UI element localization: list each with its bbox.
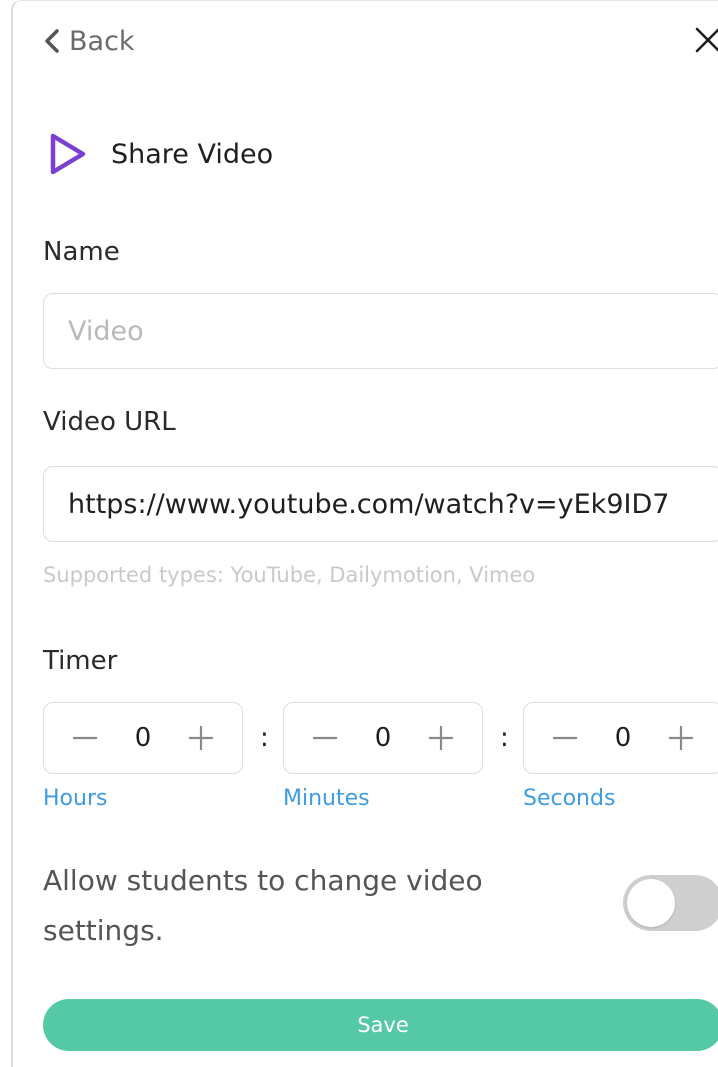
timer-label: Timer [43,646,118,676]
close-icon[interactable] [693,25,718,55]
video-url-input[interactable] [43,466,718,542]
hours-unit-label: Hours [43,786,108,811]
minus-icon[interactable] [70,723,100,753]
share-video-panel: Back Share Video Name Video URL Supporte… [11,0,718,1067]
plus-icon[interactable] [666,723,696,753]
back-button[interactable]: Back [43,23,135,59]
back-label: Back [69,25,135,57]
plus-icon[interactable] [186,723,216,753]
time-separator: : [500,723,509,753]
play-icon [50,133,86,175]
minutes-value: 0 [374,723,392,753]
plus-icon[interactable] [426,723,456,753]
minus-icon[interactable] [310,723,340,753]
page-title: Share Video [111,138,274,170]
hours-value: 0 [134,723,152,753]
modal-header: Share Video [47,129,273,179]
seconds-unit-label: Seconds [523,786,616,811]
supported-types-hint: Supported types: YouTube, Dailymotion, V… [43,563,536,587]
time-separator: : [260,723,269,753]
toggle-knob [627,879,675,927]
hours-stepper: 0 [43,702,243,774]
seconds-value: 0 [614,723,632,753]
minus-icon[interactable] [550,723,580,753]
minutes-unit-label: Minutes [283,786,370,811]
name-label: Name [43,237,120,267]
video-url-label: Video URL [43,407,176,437]
allow-settings-label: Allow students to change video settings. [43,864,483,947]
name-input[interactable] [43,293,718,369]
save-button[interactable]: Save [43,999,718,1051]
chevron-left-icon [45,29,59,53]
allow-settings-toggle[interactable] [623,875,718,931]
seconds-stepper: 0 [523,702,718,774]
minutes-stepper: 0 [283,702,483,774]
